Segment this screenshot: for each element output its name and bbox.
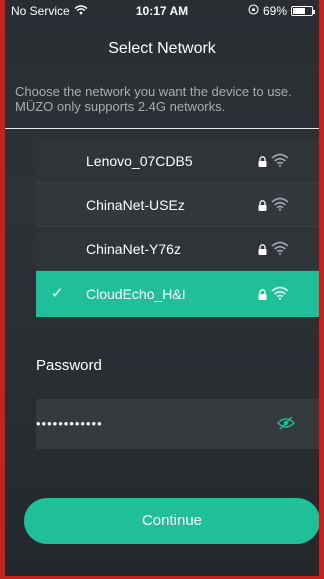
eye-slash-icon[interactable] (277, 416, 295, 435)
network-list: Lenovo_07CDB5 ChinaNet-USEz ChinaNet-Y76… (36, 139, 319, 317)
network-icons (258, 197, 289, 216)
password-label: Password (36, 357, 102, 374)
status-bar: No Service 10:17 AM 69% (5, 0, 319, 22)
battery-tip (313, 10, 315, 14)
wifi-icon (271, 286, 289, 305)
checkmark-icon: ✓ (51, 285, 64, 302)
instructions-text: Choose the network you want the device t… (15, 84, 292, 114)
status-right: 69% (248, 4, 315, 18)
lock-icon (258, 287, 267, 305)
wifi-icon (271, 153, 289, 172)
network-row-chinanet-y76z[interactable]: ChinaNet-Y76z (36, 227, 319, 271)
network-row-cloudecho[interactable]: ✓ CloudEcho_H&I (36, 271, 319, 317)
wifi-icon (271, 197, 289, 216)
lock-icon (258, 154, 267, 172)
network-name: ChinaNet-USEz (86, 197, 185, 213)
network-name: CloudEcho_H&I (86, 286, 186, 302)
phone-screen: No Service 10:17 AM 69% Select Network C… (5, 0, 319, 576)
network-icons (258, 241, 289, 260)
network-name: ChinaNet-Y76z (86, 241, 181, 257)
network-name: Lenovo_07CDB5 (86, 153, 193, 169)
orientation-lock-icon (248, 4, 259, 18)
divider (5, 128, 319, 129)
network-icons (258, 286, 289, 305)
lock-icon (258, 198, 267, 216)
continue-button[interactable]: Continue (24, 498, 319, 544)
lock-icon (258, 242, 267, 260)
password-value: •••••••••••• (36, 416, 103, 431)
page-title: Select Network (108, 40, 216, 57)
network-row-chinanet-usez[interactable]: ChinaNet-USEz (36, 183, 319, 227)
battery-percent: 69% (262, 4, 287, 18)
wifi-icon (271, 241, 289, 260)
battery-level (293, 8, 305, 14)
network-icons (258, 153, 289, 172)
battery-icon (291, 6, 315, 16)
network-row-lenovo[interactable]: Lenovo_07CDB5 (36, 139, 319, 183)
password-field[interactable]: •••••••••••• (36, 399, 319, 449)
